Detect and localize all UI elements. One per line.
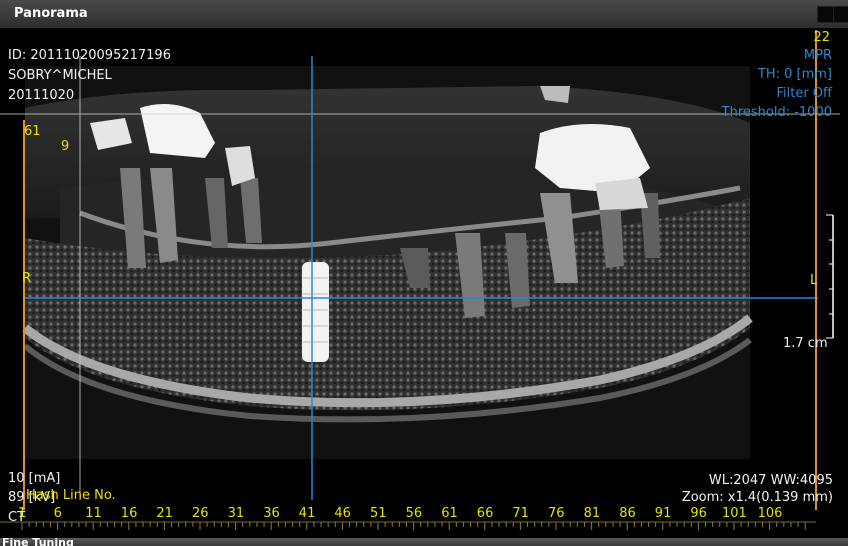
ruler-label: 66 xyxy=(476,506,494,521)
mode-label: MPR xyxy=(803,48,832,63)
close-button[interactable] xyxy=(833,6,848,23)
ruler-label: 51 xyxy=(370,506,387,521)
ruler-label: 41 xyxy=(298,506,316,521)
ruler-label: 56 xyxy=(405,506,423,521)
ruler-label: 71 xyxy=(512,506,529,521)
thickness-label: TH: 0 [mm] xyxy=(757,67,832,82)
ruler-label: 76 xyxy=(548,506,565,521)
tube-current: 10 [mA] xyxy=(8,471,61,486)
left-marker-sub: 9 xyxy=(61,139,70,154)
patient-name: SOBRY^MICHEL xyxy=(8,68,112,83)
ruler-ticks xyxy=(21,522,806,530)
left-side-marker: L xyxy=(810,273,818,288)
panel-title-bar: Panorama xyxy=(0,0,848,29)
study-date: 20111020 xyxy=(8,88,75,103)
right-side-marker: R xyxy=(22,271,32,286)
fine-tuning-panel-header[interactable]: Fine Tuning xyxy=(0,538,848,546)
zoom-level: Zoom: x1.4(0.139 mm) xyxy=(681,490,833,505)
slice-number: 22 xyxy=(813,30,830,45)
ruler-label: 61 xyxy=(441,506,458,521)
patient-id: ID: 20111020095217196 xyxy=(8,48,171,63)
window-level: WL:2047 WW:4095 xyxy=(708,473,833,488)
ruler-label: 46 xyxy=(334,506,351,521)
ruler-label: 86 xyxy=(619,506,636,521)
ruler-label: 91 xyxy=(654,506,672,521)
ruler-label: 96 xyxy=(690,506,707,521)
ruler-label: 106 xyxy=(757,506,783,521)
threshold-label: Threshold: -1000 xyxy=(721,105,832,120)
scale-label: 1.7 cm xyxy=(783,336,828,351)
left-marker-top: 61 xyxy=(24,124,41,139)
ruler-label: 16 xyxy=(120,506,138,521)
ruler-label: 26 xyxy=(192,506,209,521)
ruler-label: 101 xyxy=(722,506,747,521)
panel-title: Panorama xyxy=(14,6,88,21)
ruler-label: 81 xyxy=(583,506,601,521)
ruler-label: 36 xyxy=(263,506,280,521)
maximize-button[interactable] xyxy=(817,6,834,23)
ruler-label: 6 xyxy=(53,506,62,521)
ruler-label: 1 xyxy=(18,506,27,521)
panorama-viewport[interactable]: ID: 20111020095217196 SOBRY^MICHEL 20111… xyxy=(0,28,848,538)
fine-tuning-title: Fine Tuning xyxy=(2,538,74,546)
ruler-label: 21 xyxy=(156,506,173,521)
hash-line-label: Hash Line No. xyxy=(26,488,116,503)
filter-label: Filter Off xyxy=(776,86,832,101)
ruler-label: 11 xyxy=(85,506,102,521)
ruler-label: 31 xyxy=(227,506,245,521)
